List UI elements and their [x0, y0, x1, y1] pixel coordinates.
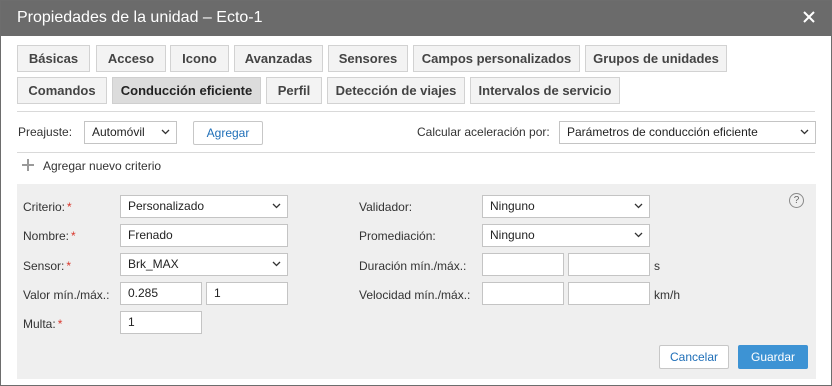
chevron-down-icon: [161, 129, 170, 135]
preset-value: Automóvil: [92, 125, 145, 139]
divider: [17, 111, 815, 112]
required-mark: *: [67, 200, 72, 214]
validador-value: Ninguno: [490, 199, 535, 213]
sensor-label: Sensor: *: [23, 259, 72, 273]
tab-basicas[interactable]: Básicas: [17, 45, 90, 72]
accel-label: Calcular aceleración por:: [417, 125, 550, 139]
cancel-button[interactable]: Cancelar: [659, 345, 729, 369]
criterio-label: Criterio: *: [23, 200, 72, 214]
chevron-down-icon: [272, 261, 281, 267]
multa-label: Multa: *: [23, 317, 63, 331]
required-mark: *: [57, 317, 63, 331]
chevron-down-icon: [634, 203, 643, 209]
valor-min-input[interactable]: 0.285: [120, 282, 202, 305]
velocidad-label: Velocidad mín./máx.:: [359, 288, 471, 302]
valor-label: Valor mín./máx.:: [23, 288, 110, 302]
promediacion-select[interactable]: Ninguno: [482, 224, 650, 247]
chevron-down-icon: [634, 232, 643, 238]
promediacion-value: Ninguno: [490, 228, 535, 242]
tab-comandos[interactable]: Comandos: [17, 77, 107, 104]
duracion-min-input[interactable]: [482, 253, 564, 276]
valor-max-input[interactable]: 1: [206, 282, 288, 305]
close-icon[interactable]: [801, 9, 817, 25]
preset-label: Preajuste:: [18, 125, 73, 139]
accel-value: Parámetros de conducción eficiente: [567, 125, 758, 139]
tab-grupos-de-unidades[interactable]: Grupos de unidades: [585, 45, 727, 72]
criterio-select[interactable]: Personalizado: [120, 195, 288, 218]
duracion-label: Duración mín./máx.:: [359, 259, 467, 273]
validador-label: Validador:: [359, 200, 413, 214]
title-bar: Propiedades de la unidad – Ecto-1: [1, 1, 831, 36]
velocidad-min-input[interactable]: [482, 282, 564, 305]
dialog-title: Propiedades de la unidad – Ecto-1: [17, 9, 263, 26]
sensor-select[interactable]: Brk_MAX: [120, 253, 288, 276]
tab-intervalos-de-servicio[interactable]: Intervalos de servicio: [470, 77, 620, 104]
promediacion-label: Promediación:: [359, 229, 436, 243]
help-icon[interactable]: ?: [789, 193, 804, 208]
divider: [17, 152, 815, 153]
criterio-value: Personalizado: [128, 199, 205, 213]
tab-acceso[interactable]: Acceso: [96, 45, 166, 72]
tab-deteccion-de-viajes[interactable]: Detección de viajes: [327, 77, 465, 104]
tab-icono[interactable]: Icono: [170, 45, 229, 72]
multa-input[interactable]: 1: [120, 311, 202, 334]
duracion-unit: s: [654, 259, 660, 273]
save-button[interactable]: Guardar: [738, 345, 808, 369]
plus-icon[interactable]: [21, 158, 35, 172]
add-preset-button[interactable]: Agregar: [193, 121, 263, 145]
nombre-input[interactable]: Frenado: [120, 224, 288, 247]
preset-select[interactable]: Automóvil: [84, 121, 177, 144]
duracion-max-input[interactable]: [568, 253, 650, 276]
tab-perfil[interactable]: Perfil: [266, 77, 322, 104]
velocidad-max-input[interactable]: [568, 282, 650, 305]
validador-select[interactable]: Ninguno: [482, 195, 650, 218]
add-criterion-link[interactable]: Agregar nuevo criterio: [43, 159, 161, 173]
accel-select[interactable]: Parámetros de conducción eficiente: [559, 121, 816, 144]
tab-bar: Básicas Acceso Icono Avanzadas Sensores …: [17, 45, 817, 107]
sensor-value: Brk_MAX: [128, 257, 179, 271]
nombre-label: Nombre: *: [23, 229, 76, 243]
tab-campos-personalizados[interactable]: Campos personalizados: [413, 45, 580, 72]
velocidad-unit: km/h: [654, 288, 681, 302]
required-mark: *: [71, 229, 76, 243]
unit-properties-dialog: Propiedades de la unidad – Ecto-1 Básica…: [0, 0, 832, 386]
required-mark: *: [66, 259, 72, 273]
chevron-down-icon: [800, 129, 809, 135]
chevron-down-icon: [272, 203, 281, 209]
tab-sensores[interactable]: Sensores: [328, 45, 408, 72]
tab-conduccion-eficiente[interactable]: Conducción eficiente: [112, 77, 261, 104]
tab-avanzadas[interactable]: Avanzadas: [234, 45, 323, 72]
